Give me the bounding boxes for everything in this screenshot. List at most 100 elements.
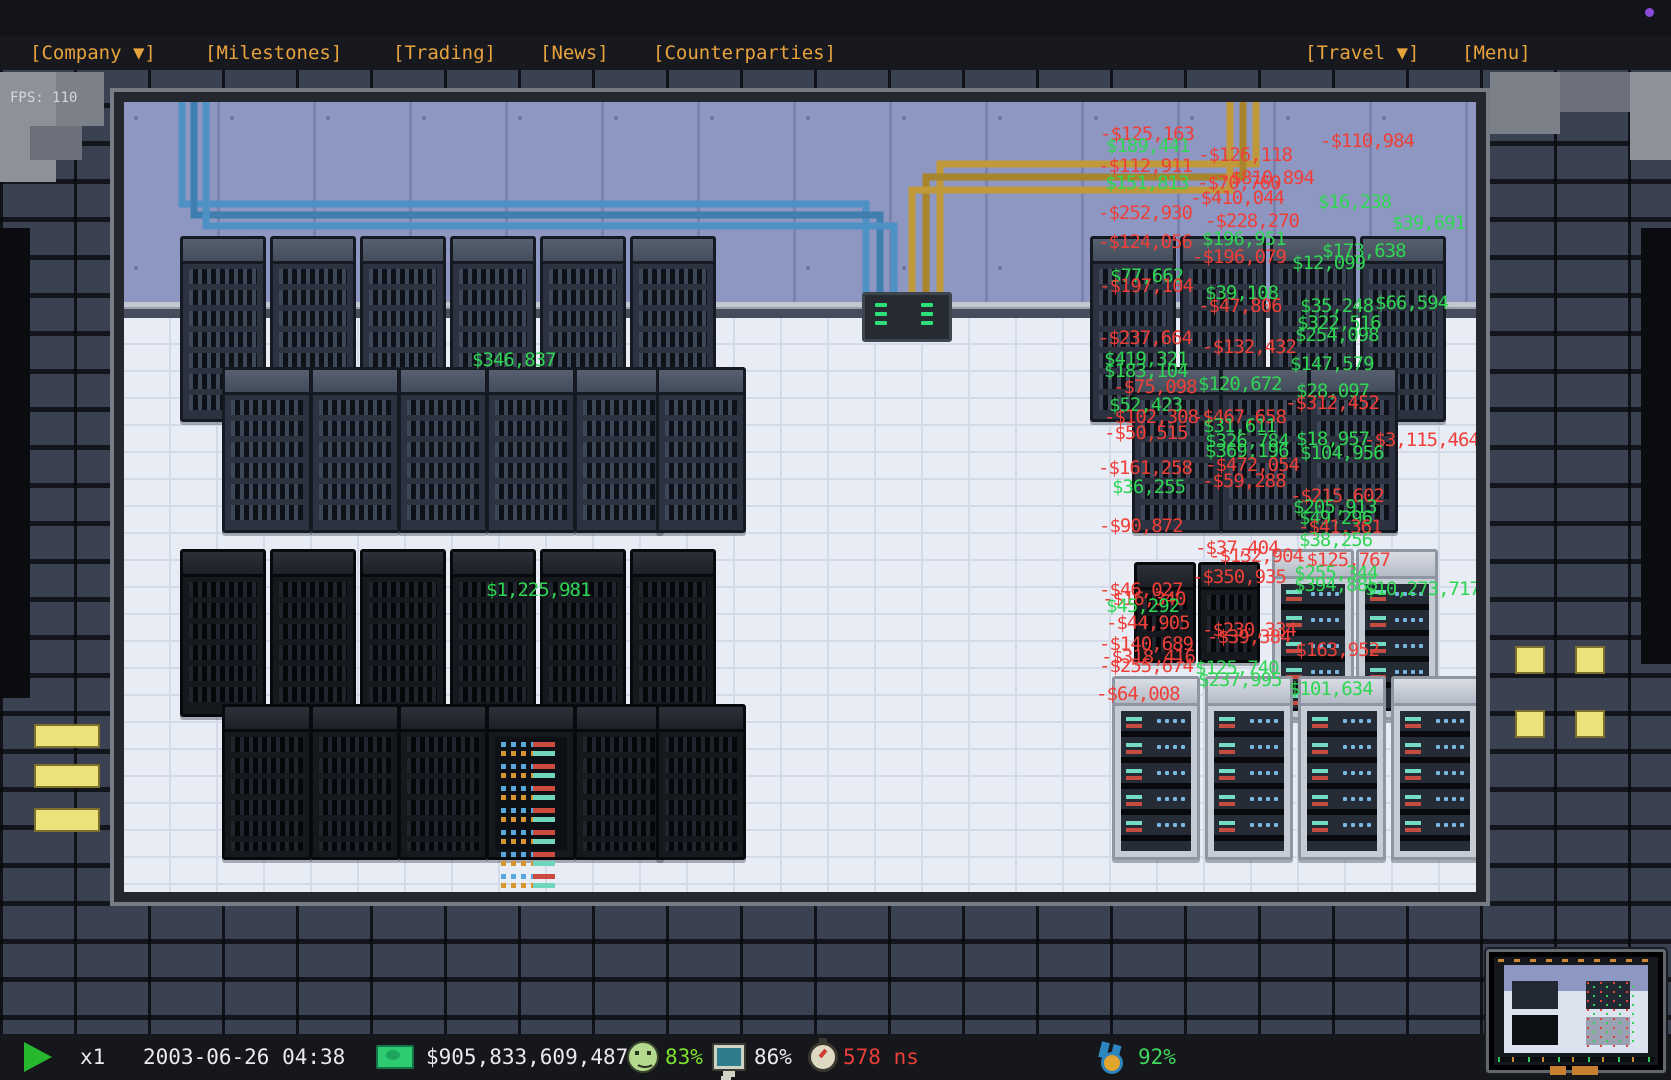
smiley-face-icon [627,1041,659,1073]
server-rack[interactable] [222,704,312,860]
server-rack[interactable] [1198,562,1260,663]
server-rack[interactable] [270,549,356,717]
reputation-value: 92% [1138,1045,1176,1069]
rack-panel [319,400,391,524]
rack-panel [1400,711,1470,851]
switch-led [921,303,933,307]
server-rack[interactable] [630,549,716,717]
rack-panel [231,400,303,524]
stopwatch-icon [808,1042,838,1072]
server-rack[interactable] [222,367,312,533]
minimap-rack-blob [1512,1015,1558,1045]
game-viewport[interactable]: $346,837$1,225,981-$125,163$189,441-$110… [110,88,1490,906]
server-rack[interactable] [1134,562,1196,663]
rack-panel [407,737,479,851]
rack-panel [1317,400,1389,524]
network-switch[interactable] [862,292,952,342]
rack-cap [1273,239,1353,264]
money-bill-icon [376,1045,414,1069]
rack-cap [273,552,353,577]
menu-travel[interactable]: [Travel ▼] [1305,42,1419,64]
server-rack[interactable] [360,549,446,717]
rack-panel [189,582,257,708]
rack-panel [583,400,655,524]
server-rack[interactable] [398,367,488,533]
server-rack[interactable] [1220,367,1310,533]
rack-cap [1223,370,1307,395]
server-rack[interactable] [1298,676,1386,860]
minimap-rack-blob [1512,981,1558,1009]
rack-panel [1121,711,1191,851]
minimap-menu-strip [1498,959,1654,962]
server-rack[interactable] [486,704,576,860]
rack-cap [489,707,573,732]
rack-panel [459,582,527,708]
fps-counter: FPS: 110 [10,90,77,106]
menu-trading[interactable]: [Trading] [393,42,496,64]
server-rack[interactable] [1391,676,1476,860]
menu-company[interactable]: [Company ▼] [30,42,156,64]
rack-cap [1359,552,1435,579]
led-row [499,872,563,891]
rack-cap [1275,552,1351,579]
rack-panel [279,582,347,708]
server-rack[interactable] [310,367,400,533]
server-rack[interactable] [656,704,746,860]
server-rack[interactable] [574,704,664,860]
speed-indicator[interactable]: x1 [80,1045,105,1069]
server-rack[interactable] [574,367,664,533]
server-rack[interactable] [450,549,536,717]
rack-cap [659,707,743,732]
status-bar: x1 2003-06-26 04:38 $905,833,609,487 83%… [0,1034,1671,1080]
rack-cap [543,552,623,577]
rack-panel [1307,711,1377,851]
rack-cap [1093,239,1173,264]
window-light [34,808,100,832]
window-light [1575,646,1605,674]
server-rack[interactable] [656,367,746,533]
rack-panel [495,737,567,851]
rack-panel [1214,711,1284,851]
server-rack[interactable] [540,549,626,717]
minimap[interactable] [1486,949,1666,1073]
happiness-value: 83% [665,1045,703,1069]
window-title-strip [0,0,1671,36]
server-rack[interactable] [1308,367,1398,533]
play-button[interactable] [24,1042,52,1072]
server-rack[interactable] [398,704,488,860]
rack-cap [1208,679,1290,706]
rack-panel [1141,400,1213,524]
rack-cap [577,370,661,395]
server-rack[interactable] [486,367,576,533]
minimap-screen [1494,957,1658,1065]
server-room-scene: $346,837$1,225,981-$125,163$189,441-$110… [124,102,1476,892]
rack-panel [407,400,479,524]
menu-news[interactable]: [News] [540,42,609,64]
server-rack[interactable] [1205,676,1293,860]
menu-counterparties[interactable]: [Counterparties] [653,42,836,64]
rack-cap [659,370,743,395]
rack-cap [225,370,309,395]
window-light [1515,646,1545,674]
window-light [34,764,100,788]
led-row [499,762,563,781]
rack-cap [1301,679,1383,706]
switch-led [921,312,933,316]
switch-led [875,303,887,307]
rack-cap [225,707,309,732]
rack-cap [401,707,485,732]
server-rack[interactable] [1132,367,1222,533]
decor-dash [1550,1066,1566,1075]
server-rack[interactable] [180,549,266,717]
window-light [1575,710,1605,738]
notification-dot-icon [1645,8,1654,17]
led-row [499,784,563,803]
rack-cap [633,552,713,577]
rack-cap [1394,679,1476,706]
server-rack[interactable] [310,704,400,860]
server-rack[interactable] [1112,676,1200,860]
menu-menu[interactable]: [Menu] [1462,42,1531,64]
medal-icon [1097,1042,1123,1072]
menu-milestones[interactable]: [Milestones] [205,42,342,64]
rack-cap [363,552,443,577]
